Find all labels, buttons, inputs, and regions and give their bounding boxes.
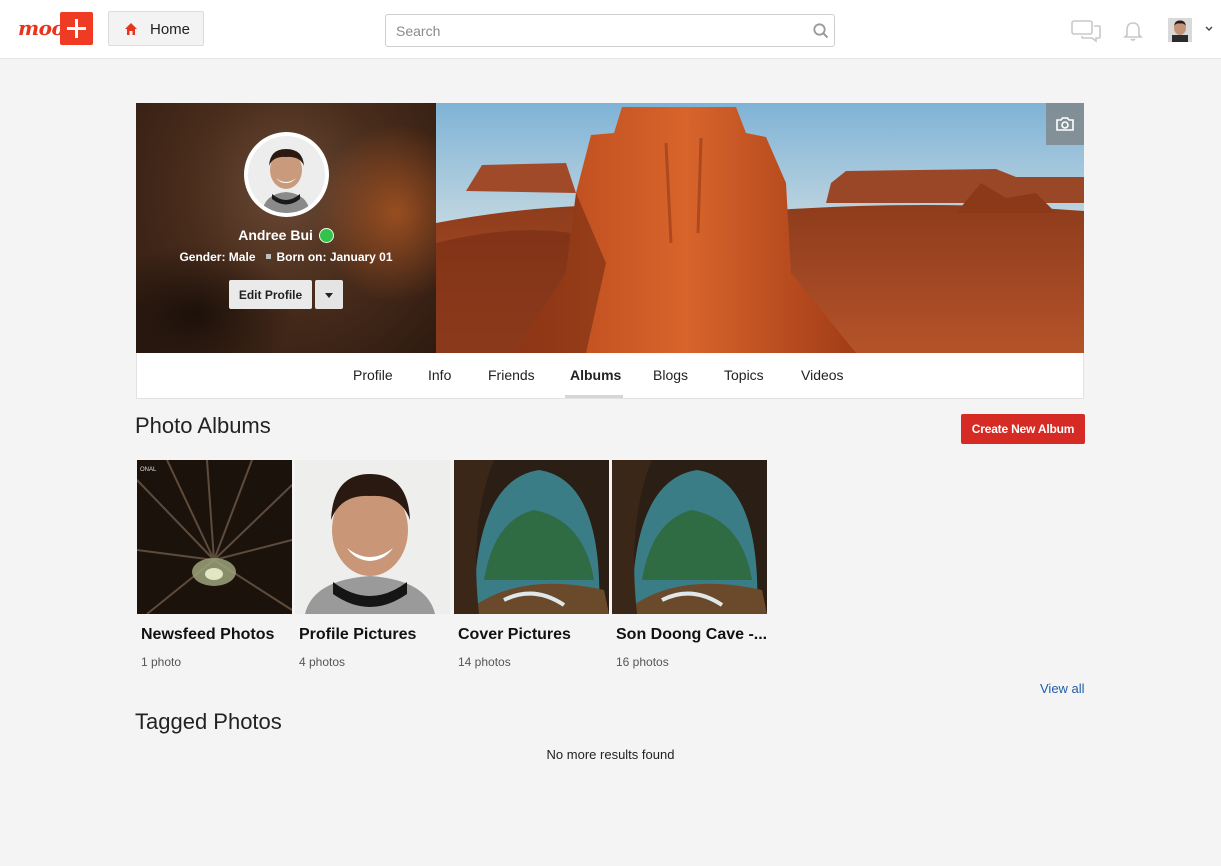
album-photo-count: 1 photo [141,655,182,669]
tab-profile[interactable]: Profile [353,367,393,383]
album-thumbnail[interactable] [454,460,609,614]
album-card[interactable]: Profile Pictures 4 photos [295,460,450,690]
cover-photo [436,103,1084,353]
user-avatar[interactable] [1168,18,1192,42]
logo[interactable]: moo [18,16,65,40]
profile-summary-panel: Andree Bui Gender: Male Born on: January … [136,103,436,353]
chevron-down-icon[interactable] [1204,25,1214,33]
change-cover-button[interactable] [1046,103,1084,145]
svg-text:ONAL: ONAL [140,467,157,473]
tab-videos[interactable]: Videos [801,367,844,383]
album-thumbnail[interactable]: ONAL [137,460,292,614]
create-new-album-button[interactable]: Create New Album [961,414,1085,444]
profile-name-text: Andree Bui [238,227,313,243]
bell-icon[interactable] [1122,20,1144,42]
edit-profile-button[interactable]: Edit Profile [229,280,312,309]
tab-topics[interactable]: Topics [724,367,764,383]
profile-options-dropdown[interactable] [315,280,343,309]
view-all-link[interactable]: View all [1040,681,1085,696]
album-name[interactable]: Cover Pictures [458,626,608,644]
home-icon [125,23,137,35]
online-status-icon [318,228,334,243]
album-photo-count: 4 photos [299,655,346,669]
album-name[interactable]: Son Doong Cave -... [616,626,766,644]
album-thumbnail[interactable] [612,460,767,614]
profile-meta: Gender: Male Born on: January 01 [136,250,436,264]
album-card[interactable]: Son Doong Cave -... 16 photos [612,460,767,690]
empty-results-text: No more results found [546,747,675,762]
search-box [385,14,835,47]
album-name[interactable]: Profile Pictures [299,626,449,644]
album-card[interactable]: ONAL Newsfeed Photos 1 photo [137,460,292,690]
logo-plus-icon[interactable] [60,12,93,45]
album-thumbnail[interactable] [295,460,450,614]
tagged-photos-heading: Tagged Photos [135,709,282,734]
search-icon[interactable] [812,22,830,40]
camera-icon [1056,117,1074,131]
album-photo-count: 16 photos [616,655,669,669]
tab-blogs[interactable]: Blogs [653,367,688,383]
album-card[interactable]: Cover Pictures 14 photos [454,460,609,690]
search-input[interactable] [396,21,796,41]
profile-avatar[interactable] [244,132,329,217]
photo-albums-heading: Photo Albums [135,413,271,438]
active-tab-indicator [565,395,623,398]
chat-icon[interactable] [1071,19,1101,43]
tab-albums[interactable]: Albums [570,367,621,383]
home-label: Home [150,21,191,38]
tab-info[interactable]: Info [428,367,451,383]
album-photo-count: 14 photos [458,655,511,669]
album-name[interactable]: Newsfeed Photos [141,626,291,644]
profile-name: Andree Bui [136,227,436,243]
home-button[interactable]: Home [108,11,204,46]
profile-cover: Andree Bui Gender: Male Born on: January … [136,103,1084,353]
profile-tabs: Profile Info Friends Albums Blogs Topics… [136,353,1084,399]
top-bar: moo Home [0,0,1221,59]
birthday-text: Born on: January 01 [276,250,393,264]
gender-text: Gender: Male [179,250,256,264]
separator-icon [265,254,271,259]
tab-friends[interactable]: Friends [488,367,535,383]
